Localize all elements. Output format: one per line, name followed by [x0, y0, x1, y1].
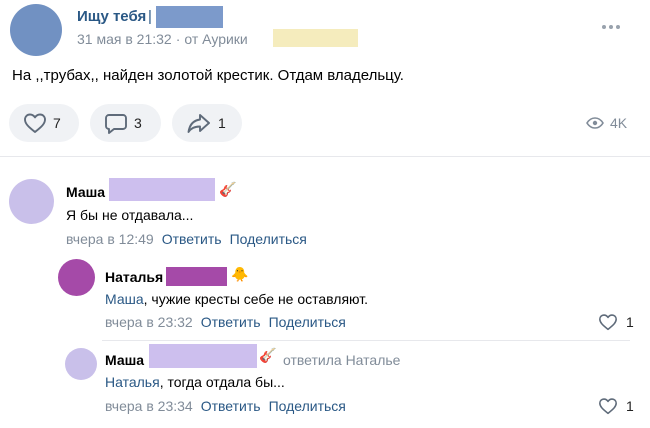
comment-author[interactable]: Маша [66, 184, 105, 200]
redacted-block [166, 267, 227, 286]
reply-link[interactable]: Ответить [201, 314, 261, 330]
avatar[interactable] [65, 348, 97, 380]
reply-to-label[interactable]: ответила Наталье [283, 352, 400, 368]
comment-body: , чужие кресты себе не оставляют. [143, 291, 368, 307]
more-dots-icon[interactable] [602, 22, 624, 32]
post-date[interactable]: 31 мая в 21:32 [77, 31, 172, 47]
comment-count: 3 [134, 115, 142, 131]
comment-meta: вчера в 23:32 Ответить Поделиться [105, 314, 346, 330]
comment-like-button[interactable]: 1 [598, 397, 634, 415]
share-count: 1 [218, 115, 226, 131]
mention-link[interactable]: Маша [105, 291, 144, 307]
group-avatar[interactable] [10, 4, 62, 56]
comment-like-count: 1 [626, 314, 634, 330]
comment-meta: вчера в 12:49 Ответить Поделиться [66, 231, 307, 247]
avatar[interactable] [58, 259, 95, 296]
post-text: На ,,трубах,, найден золотой крестик. От… [12, 67, 404, 84]
comment-icon [105, 114, 127, 134]
comment-body: , тогда отдала бы... [159, 374, 285, 390]
group-name[interactable]: Ищу тебя [77, 8, 146, 25]
share-link[interactable]: Поделиться [269, 314, 346, 330]
share-link[interactable]: Поделиться [230, 231, 307, 247]
chick-emoji: 🐥 [231, 266, 249, 282]
comment-like-count: 1 [626, 398, 634, 414]
comment-author[interactable]: Маша [105, 352, 144, 368]
meta-dot: · [175, 31, 181, 47]
comment-author[interactable]: Наталья [105, 269, 163, 285]
heart-icon [599, 314, 617, 331]
guitar-emoji: 🎸 [219, 181, 237, 197]
share-button[interactable]: 1 [172, 104, 242, 142]
comment-like-button[interactable]: 1 [598, 313, 634, 331]
comment-text: Наталья, тогда отдала бы... [105, 374, 285, 390]
comment-button[interactable]: 3 [90, 104, 161, 142]
comment-time[interactable]: вчера в 23:32 [105, 314, 193, 330]
redacted-block [149, 344, 257, 368]
heart-icon [599, 398, 617, 415]
post-author[interactable]: от Аурики [184, 31, 247, 47]
redacted-block [156, 6, 223, 28]
like-button[interactable]: 7 [9, 104, 79, 142]
mention-link[interactable]: Наталья [105, 374, 160, 390]
avatar[interactable] [9, 179, 54, 224]
share-link[interactable]: Поделиться [269, 398, 346, 414]
name-separator: | [148, 8, 152, 25]
comment-time[interactable]: вчера в 12:49 [66, 231, 154, 247]
divider [102, 340, 630, 341]
comment-text: Я бы не отдавала... [66, 207, 194, 223]
divider [0, 156, 650, 157]
redacted-block [273, 29, 358, 47]
reply-link[interactable]: Ответить [201, 398, 261, 414]
redacted-block [109, 178, 215, 201]
heart-icon [24, 113, 46, 133]
views-counter: 4K [586, 115, 627, 131]
comment-meta: вчера в 23:34 Ответить Поделиться [105, 398, 346, 414]
post-meta: 31 мая в 21:32 · от Аурики [77, 31, 248, 47]
views-count: 4K [610, 115, 628, 131]
like-count: 7 [53, 115, 61, 131]
eye-icon [586, 117, 604, 129]
guitar-emoji: 🎸 [259, 347, 277, 363]
reply-link[interactable]: Ответить [162, 231, 222, 247]
comment-time[interactable]: вчера в 23:34 [105, 398, 193, 414]
share-arrow-icon [187, 114, 210, 133]
comment-text: Маша, чужие кресты себе не оставляют. [105, 291, 368, 307]
